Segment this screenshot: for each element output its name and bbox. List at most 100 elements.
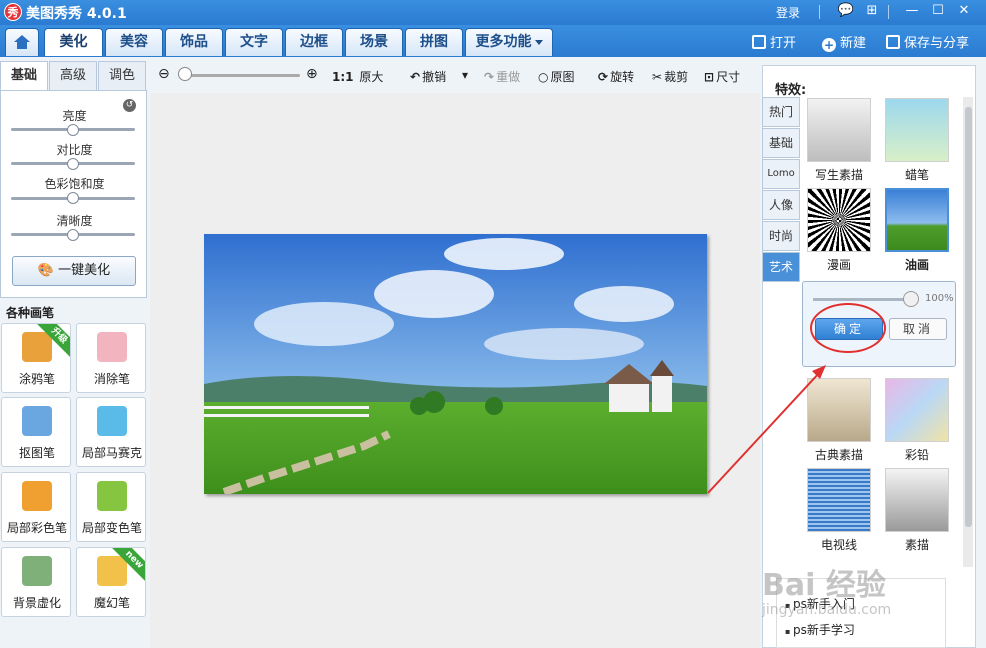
- mosaic-brush-button[interactable]: 局部马赛克: [76, 397, 146, 467]
- category-hot[interactable]: 热门: [762, 97, 800, 127]
- category-basic[interactable]: 基础: [762, 128, 800, 158]
- brush-label: 涂鸦笔: [18, 372, 55, 386]
- new-label: 新建: [840, 36, 867, 51]
- recolor-icon: [97, 481, 127, 511]
- effects-title: 特效:: [775, 83, 807, 98]
- undo-button[interactable]: ↶ 撤销: [410, 68, 446, 85]
- subtab-color[interactable]: 调色: [98, 61, 146, 91]
- zoom-knob[interactable]: [178, 67, 192, 81]
- strength-knob[interactable]: [903, 291, 919, 307]
- brush-label: 局部马赛克: [81, 446, 142, 460]
- effect-thumbnail: [885, 378, 949, 442]
- separator: [888, 5, 889, 19]
- chat-icon[interactable]: 💬: [836, 2, 856, 20]
- saturation-knob[interactable]: [67, 192, 79, 204]
- one-click-beautify-button[interactable]: 🎨 一键美化: [12, 256, 136, 286]
- redo-icon: ↷: [484, 70, 495, 84]
- link-item[interactable]: ps新手学习: [785, 621, 855, 638]
- brush-label: 抠图笔: [18, 446, 55, 460]
- tab-beautify[interactable]: 美化: [44, 28, 103, 56]
- undo-dropdown-icon[interactable]: ▾: [462, 68, 468, 82]
- resize-icon: ⊡: [704, 70, 715, 84]
- category-fashion[interactable]: 时尚: [762, 221, 800, 251]
- circle-icon: ○: [538, 70, 549, 84]
- tab-more[interactable]: 更多功能: [465, 28, 553, 56]
- zoom-in-icon[interactable]: ⊕: [306, 66, 318, 82]
- tab-more-label: 更多功能: [475, 34, 532, 50]
- left-panel: 基础 高级 调色 ↺ 亮度 对比度 色彩饱和度 清晰度 🎨 一键美化 各种画笔 …: [0, 57, 150, 648]
- local-color-brush-button[interactable]: 局部彩色笔: [1, 472, 71, 542]
- open-button[interactable]: 打开: [752, 32, 796, 51]
- sharpness-knob[interactable]: [67, 229, 79, 241]
- actual-size-button[interactable]: 1:1 原大: [332, 68, 383, 85]
- crop-button[interactable]: ✂ 裁剪: [652, 68, 688, 85]
- app-title: 美图秀秀 4.0.1: [26, 6, 127, 22]
- maximize-button[interactable]: ☐: [928, 2, 948, 20]
- eraser-brush-button[interactable]: 消除笔: [76, 323, 146, 393]
- image-canvas[interactable]: [150, 93, 760, 648]
- graffiti-brush-button[interactable]: 升级 涂鸦笔: [1, 323, 71, 393]
- effect-thumbnail: [807, 378, 871, 442]
- tab-home[interactable]: [5, 28, 39, 56]
- save-share-button[interactable]: 保存与分享: [886, 32, 969, 51]
- brightness-label: 亮度: [62, 109, 87, 123]
- new-button[interactable]: + 新建: [822, 32, 866, 52]
- brush-label: 局部变色笔: [81, 521, 142, 535]
- subtab-advanced[interactable]: 高级: [49, 61, 97, 91]
- rotate-button[interactable]: ⟳ 旋转: [598, 68, 634, 85]
- effect-thumbnail: [885, 468, 949, 532]
- tab-scene[interactable]: 场景: [345, 28, 403, 56]
- rotate-label: 旋转: [610, 70, 635, 84]
- effect-thumbnail: [807, 98, 871, 162]
- brightness-knob[interactable]: [67, 124, 79, 136]
- subtab-basic[interactable]: 基础: [0, 61, 48, 91]
- edited-photo[interactable]: [204, 234, 707, 494]
- magic-brush-icon: [97, 556, 127, 586]
- original-image-button[interactable]: ○ 原图: [538, 68, 575, 85]
- plus-icon: +: [822, 38, 836, 52]
- category-art[interactable]: 艺术: [762, 252, 800, 282]
- effect-thumbnail: [885, 98, 949, 162]
- login-link[interactable]: 登录: [776, 4, 800, 21]
- cancel-button[interactable]: 取消: [889, 318, 947, 340]
- tab-border[interactable]: 边框: [285, 28, 343, 56]
- undo-icon: ↶: [410, 70, 421, 84]
- effect-label: 油画: [904, 258, 929, 272]
- minimize-button[interactable]: —: [902, 2, 922, 20]
- tab-accessories[interactable]: 饰品: [165, 28, 223, 56]
- resize-button[interactable]: ⊡ 尺寸: [704, 68, 740, 85]
- effect-thumbnail: [885, 188, 949, 252]
- zoom-out-icon[interactable]: ⊖: [158, 66, 170, 82]
- baidu-watermark-url: jingyan.baidu.com: [762, 602, 892, 618]
- scroll-thumb[interactable]: [965, 107, 972, 527]
- close-button[interactable]: ✕: [954, 2, 974, 20]
- magic-brush-button[interactable]: new 魔幻笔: [76, 547, 146, 617]
- menu-icon[interactable]: ⊞: [862, 2, 882, 20]
- one-click-label: 一键美化: [58, 263, 111, 278]
- zoom-slider[interactable]: [180, 74, 300, 77]
- original-label: 原图: [550, 70, 575, 84]
- contrast-knob[interactable]: [67, 158, 79, 170]
- scissors-icon: ✂: [652, 70, 663, 84]
- cutout-brush-button[interactable]: 抠图笔: [1, 397, 71, 467]
- save-share-label: 保存与分享: [904, 36, 970, 51]
- brush-section-title: 各种画笔: [6, 306, 55, 320]
- chevron-down-icon: [534, 39, 543, 45]
- strength-slider[interactable]: [813, 298, 913, 301]
- background-blur-button[interactable]: 背景虚化: [1, 547, 71, 617]
- saturation-label: 色彩饱和度: [44, 177, 105, 191]
- tab-cosmetics[interactable]: 美容: [105, 28, 163, 56]
- redo-button[interactable]: ↷ 重做: [484, 68, 520, 85]
- effect-label: 素描: [904, 538, 929, 552]
- eraser-icon: [97, 332, 127, 362]
- category-lomo[interactable]: Lomo: [762, 159, 800, 189]
- edit-toolbar: ⊖ ⊕ 1:1 原大 ↶ 撤销 ▾ ↷ 重做 ○ 原图 ⟳ 旋转 ✂ 裁剪 ⊡ 尺寸: [150, 57, 760, 93]
- original-size-label: 原大: [359, 70, 384, 84]
- category-portrait[interactable]: 人像: [762, 190, 800, 220]
- effects-scrollbar[interactable]: [963, 97, 973, 567]
- strength-percent: 100%: [925, 293, 954, 304]
- tab-text[interactable]: 文字: [225, 28, 283, 56]
- recolor-brush-button[interactable]: 局部变色笔: [76, 472, 146, 542]
- app-logo-icon: 秀: [4, 3, 22, 21]
- tab-collage[interactable]: 拼图: [405, 28, 463, 56]
